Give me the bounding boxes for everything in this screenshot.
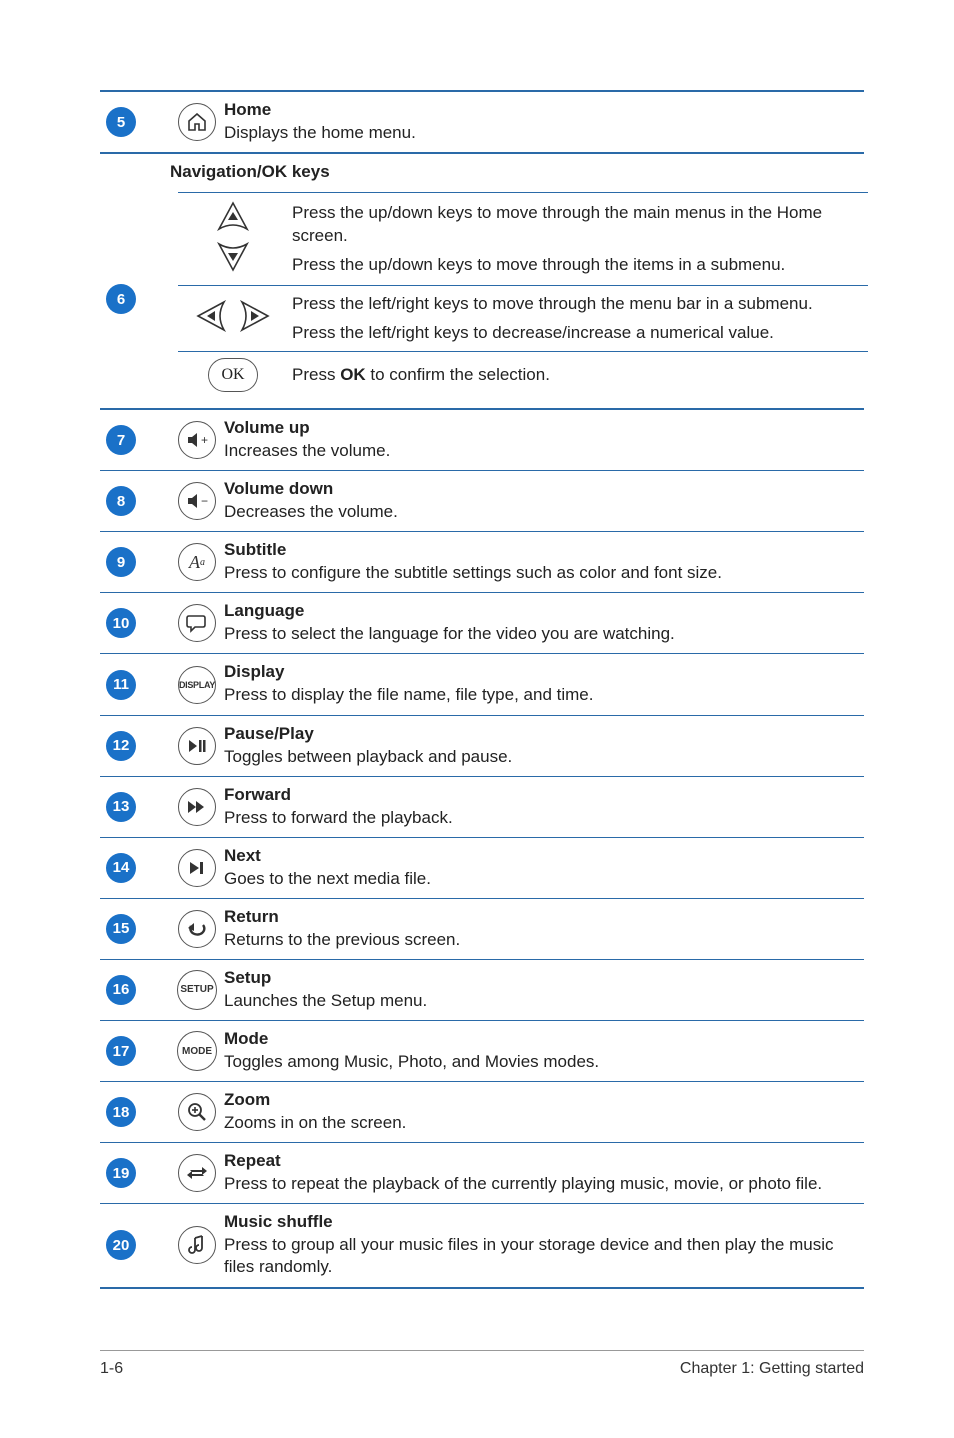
nav-updown-d2: Press the up/down keys to move through t… xyxy=(292,254,864,277)
row-language: 10 Language Press to select the language… xyxy=(100,593,864,654)
svg-text:−: − xyxy=(201,494,208,508)
right-arrow-icon xyxy=(240,327,272,344)
down-arrow-icon xyxy=(182,242,284,279)
setup-desc: Launches the Setup menu. xyxy=(224,990,860,1012)
row-nav-head: Navigation/OK keys xyxy=(100,153,864,190)
home-desc: Displays the home menu. xyxy=(224,122,860,144)
next-desc: Goes to the next media file. xyxy=(224,868,860,890)
display-title: Display xyxy=(224,662,860,682)
row-zoom: 18 Zoom Zooms in on the screen. xyxy=(100,1082,864,1143)
language-icon xyxy=(178,604,216,642)
next-title: Next xyxy=(224,846,860,866)
subtitle-desc: Press to configure the subtitle settings… xyxy=(224,562,860,584)
badge-12: 12 xyxy=(106,731,136,761)
page: 5 Home Displays the home menu. Navigatio… xyxy=(0,0,954,1438)
volume-up-icon: + xyxy=(178,421,216,459)
ok-button-icon: OK xyxy=(208,358,258,392)
footer: 1-6 Chapter 1: Getting started xyxy=(100,1360,864,1378)
subtitle-icon: Aa xyxy=(178,543,216,581)
music-shuffle-icon xyxy=(178,1226,216,1264)
volume-up-title: Volume up xyxy=(224,418,860,438)
display-icon: DISPLAY xyxy=(178,666,216,704)
return-icon xyxy=(178,910,216,948)
setup-title: Setup xyxy=(224,968,860,988)
language-title: Language xyxy=(224,601,860,621)
display-desc: Press to display the file name, file typ… xyxy=(224,684,860,706)
badge-20: 20 xyxy=(106,1230,136,1260)
badge-17: 17 xyxy=(106,1036,136,1066)
nav-updown-d1: Press the up/down keys to move through t… xyxy=(292,202,864,248)
zoom-title: Zoom xyxy=(224,1090,860,1110)
volume-down-icon: − xyxy=(178,482,216,520)
row-repeat: 19 Repeat Press to repeat the playback o… xyxy=(100,1143,864,1204)
row-mode: 17 MODE Mode Toggles among Music, Photo,… xyxy=(100,1021,864,1082)
badge-15: 15 xyxy=(106,914,136,944)
badge-16: 16 xyxy=(106,975,136,1005)
nav-lr-d2: Press the left/right keys to decrease/in… xyxy=(292,322,864,345)
zoom-desc: Zooms in on the screen. xyxy=(224,1112,860,1134)
badge-8: 8 xyxy=(106,486,136,516)
badge-18: 18 xyxy=(106,1097,136,1127)
row-volume-down: 8 − Volume down Decreases the volume. xyxy=(100,471,864,532)
shuffle-desc: Press to group all your music files in y… xyxy=(224,1234,860,1278)
setup-icon: SETUP xyxy=(177,970,217,1010)
up-arrow-icon xyxy=(182,199,284,236)
volume-up-desc: Increases the volume. xyxy=(224,440,860,462)
zoom-icon xyxy=(178,1093,216,1131)
home-icon xyxy=(178,103,216,141)
row-display: 11 DISPLAY Display Press to display the … xyxy=(100,654,864,715)
shuffle-title: Music shuffle xyxy=(224,1212,860,1232)
row-home: 5 Home Displays the home menu. xyxy=(100,91,864,153)
badge-6: 6 xyxy=(106,284,136,314)
reference-table: 5 Home Displays the home menu. Navigatio… xyxy=(100,90,864,1289)
repeat-title: Repeat xyxy=(224,1151,860,1171)
badge-5: 5 xyxy=(106,107,136,137)
nav-inner-table: Press the up/down keys to move through t… xyxy=(178,192,868,398)
row-next: 14 Next Goes to the next media file. xyxy=(100,837,864,898)
nav-lr-d1: Press the left/right keys to move throug… xyxy=(292,293,864,316)
row-volume-up: 7 + Volume up Increases the volume. xyxy=(100,409,864,471)
badge-14: 14 xyxy=(106,853,136,883)
mode-title: Mode xyxy=(224,1029,860,1049)
badge-11: 11 xyxy=(106,670,136,700)
row-return: 15 Return Returns to the previous screen… xyxy=(100,898,864,959)
pause-play-title: Pause/Play xyxy=(224,724,860,744)
language-desc: Press to select the language for the vid… xyxy=(224,623,860,645)
mode-icon: MODE xyxy=(177,1031,217,1071)
forward-desc: Press to forward the playback. xyxy=(224,807,860,829)
badge-9: 9 xyxy=(106,547,136,577)
nav-section-title: Navigation/OK keys xyxy=(170,162,330,181)
nav-ok-desc: Press OK to confirm the selection. xyxy=(288,352,868,399)
repeat-desc: Press to repeat the playback of the curr… xyxy=(224,1173,860,1195)
row-setup: 16 SETUP Setup Launches the Setup menu. xyxy=(100,959,864,1020)
volume-down-desc: Decreases the volume. xyxy=(224,501,860,523)
badge-10: 10 xyxy=(106,608,136,638)
row-shuffle: 20 Music shuffle Press to group all your… xyxy=(100,1204,864,1288)
subtitle-title: Subtitle xyxy=(224,540,860,560)
row-subtitle: 9 Aa Subtitle Press to configure the sub… xyxy=(100,532,864,593)
badge-13: 13 xyxy=(106,792,136,822)
return-desc: Returns to the previous screen. xyxy=(224,929,860,951)
page-number: 1-6 xyxy=(100,1360,123,1378)
row-pause-play: 12 Pause/Play Toggles between playback a… xyxy=(100,715,864,776)
volume-down-title: Volume down xyxy=(224,479,860,499)
mode-desc: Toggles among Music, Photo, and Movies m… xyxy=(224,1051,860,1073)
home-title: Home xyxy=(224,100,860,120)
chapter-label: Chapter 1: Getting started xyxy=(680,1360,864,1378)
badge-19: 19 xyxy=(106,1158,136,1188)
pause-play-icon xyxy=(178,727,216,765)
row-forward: 13 Forward Press to forward the playback… xyxy=(100,776,864,837)
left-arrow-icon xyxy=(194,327,230,344)
return-title: Return xyxy=(224,907,860,927)
pause-play-desc: Toggles between playback and pause. xyxy=(224,746,860,768)
forward-title: Forward xyxy=(224,785,860,805)
badge-7: 7 xyxy=(106,425,136,455)
forward-icon xyxy=(178,788,216,826)
repeat-icon xyxy=(178,1154,216,1192)
next-icon xyxy=(178,849,216,887)
svg-text:+: + xyxy=(201,433,208,447)
row-nav-body: 6 Press the up/down keys to move through… xyxy=(100,190,864,409)
